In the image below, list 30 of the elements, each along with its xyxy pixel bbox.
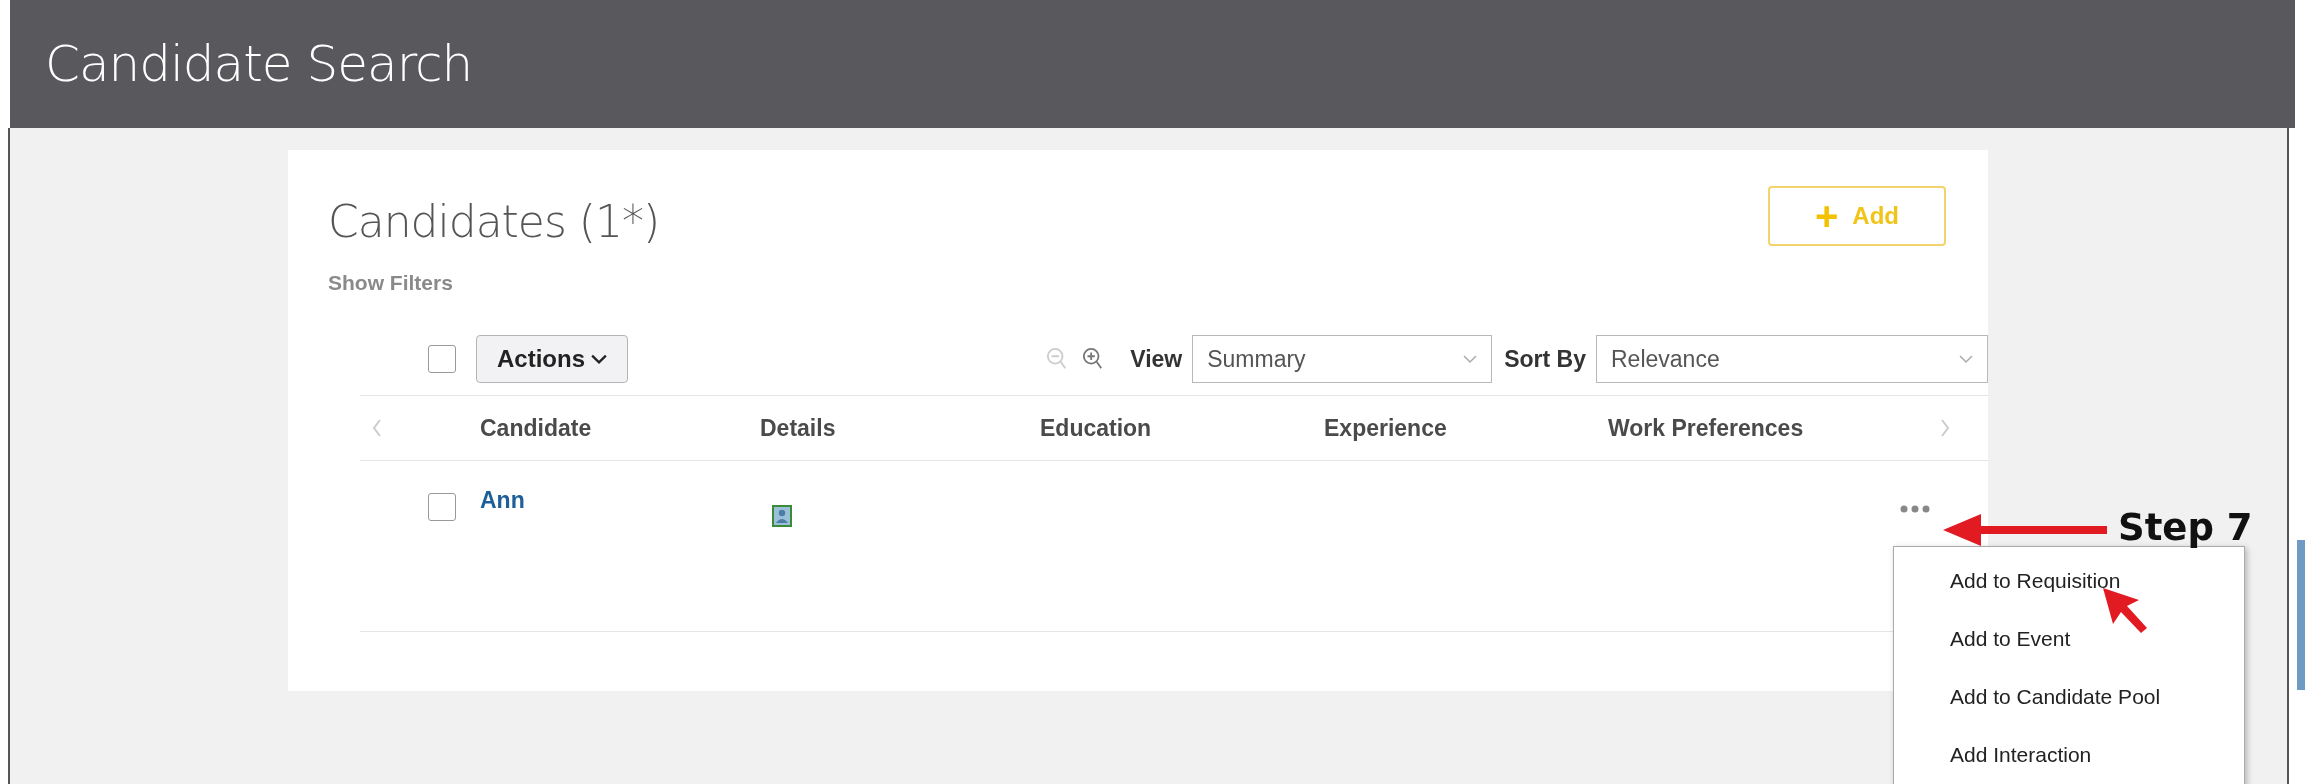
column-header: Candidate bbox=[480, 414, 593, 442]
view-select[interactable]: Summary bbox=[1192, 335, 1493, 383]
column-header: Details bbox=[760, 414, 837, 442]
more-options-icon[interactable] bbox=[1900, 505, 1930, 513]
sort-select[interactable]: Relevance bbox=[1596, 335, 1988, 383]
scroll-left-icon[interactable] bbox=[372, 419, 382, 437]
sort-by-label: Sort By bbox=[1504, 345, 1586, 373]
scroll-right-icon[interactable] bbox=[1940, 419, 1950, 437]
profile-card-icon[interactable] bbox=[772, 505, 792, 527]
step-annotation: Step 7 bbox=[2118, 506, 2253, 549]
page-title: Candidate Search bbox=[45, 35, 473, 93]
zoom-in-icon[interactable] bbox=[1082, 347, 1105, 371]
column-header: Education bbox=[1040, 414, 1153, 442]
plus-icon: + bbox=[1815, 196, 1839, 236]
actions-button[interactable]: Actions bbox=[476, 335, 628, 383]
zoom-out-icon[interactable] bbox=[1046, 347, 1069, 371]
menu-item[interactable]: Add to Candidate Pool bbox=[1894, 677, 2244, 735]
select-all-checkbox[interactable] bbox=[428, 345, 456, 373]
candidate-name-link[interactable]: Ann bbox=[480, 487, 525, 514]
caret-icon bbox=[1463, 354, 1478, 364]
column-header: Work Preferences bbox=[1608, 414, 1805, 442]
view-label: View bbox=[1130, 345, 1183, 373]
menu-item[interactable]: Add Interaction bbox=[1894, 735, 2244, 784]
card-title: Candidates (1*) bbox=[328, 196, 660, 247]
caret-icon bbox=[1959, 354, 1973, 364]
caret-icon bbox=[591, 353, 607, 365]
menu-item[interactable]: Add to Event bbox=[1894, 619, 2244, 677]
row-checkbox[interactable] bbox=[428, 493, 456, 521]
column-header: Experience bbox=[1324, 414, 1448, 442]
menu-item[interactable]: Add to Requisition bbox=[1894, 561, 2244, 619]
